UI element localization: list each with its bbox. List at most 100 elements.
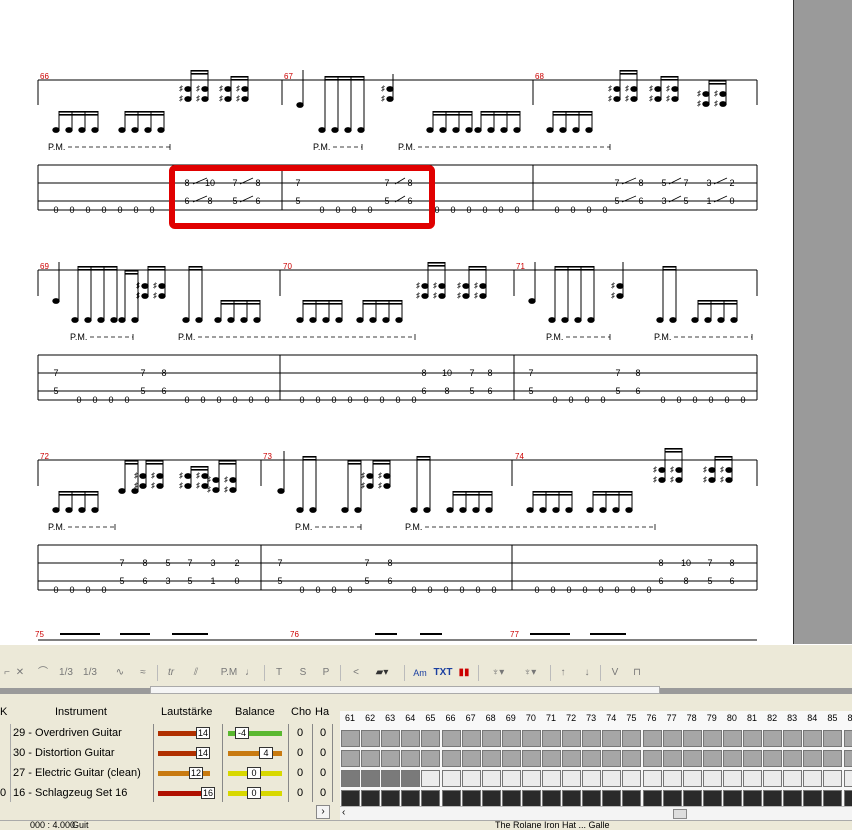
note-beam[interactable] (433, 114, 472, 116)
track-timeline[interactable]: 61 62 63 64 65 66 67 68 69 70 71 72 73 74 75 76 77 78 79 80… (340, 711, 852, 808)
timeline-bar-block[interactable] (803, 770, 823, 787)
note-head[interactable] (616, 283, 624, 289)
note-head[interactable] (144, 127, 152, 133)
timeline-bar-block[interactable] (361, 770, 381, 787)
sharp-icon[interactable]: ♯ (720, 465, 724, 474)
timeline-bar-block[interactable] (743, 770, 762, 787)
tab-fret-number[interactable]: 8 (207, 196, 212, 206)
note-beam[interactable] (125, 114, 164, 116)
note-beam[interactable] (453, 491, 492, 493)
note-beam[interactable] (373, 460, 390, 462)
note-head[interactable] (559, 127, 567, 133)
text-button[interactable]: TXT (433, 663, 453, 683)
sharp-icon[interactable]: ♯ (151, 481, 155, 490)
tab-fret-number[interactable]: 6 (184, 196, 189, 206)
tab-fret-number[interactable]: 7 (140, 368, 145, 378)
timeline-bar-block[interactable] (582, 770, 602, 787)
note-head[interactable] (201, 96, 209, 102)
tab-fret-number[interactable]: 0 (598, 585, 603, 595)
sharp-icon[interactable]: ♯ (207, 475, 211, 484)
tab-fret-number[interactable]: 2 (234, 558, 239, 568)
note-beam[interactable] (221, 303, 260, 305)
timeline-bar-block[interactable] (341, 750, 360, 767)
tab-fret-number[interactable]: 0 (614, 585, 619, 595)
track-row[interactable]: 27 - Electric Guitar (clean) 12 0 0 0 (0, 764, 340, 783)
chorus-value[interactable]: 0 (290, 727, 310, 739)
note-head[interactable] (182, 317, 190, 323)
sharp-icon[interactable]: ♯ (136, 281, 140, 290)
sharp-icon[interactable]: ♯ (219, 94, 223, 103)
timeline-bar-block[interactable] (722, 730, 742, 747)
sharp-icon[interactable]: ♯ (611, 281, 615, 290)
triplet-button[interactable]: 1/3 (56, 663, 76, 683)
tab-fret-number[interactable]: 8 (487, 368, 492, 378)
tab-fret-number[interactable]: 6 (729, 576, 734, 586)
note-head[interactable] (224, 86, 232, 92)
note-head[interactable] (459, 507, 467, 513)
timeline-bar-block[interactable] (562, 730, 582, 747)
tab-fret-number[interactable]: 7 (187, 558, 192, 568)
timeline-bar-block[interactable] (642, 790, 662, 807)
note-beam[interactable] (481, 114, 520, 116)
note-head[interactable] (277, 488, 285, 494)
note-head[interactable] (452, 127, 460, 133)
note-beam[interactable] (533, 491, 572, 493)
tie-triplet-icon[interactable]: ⌒ (34, 663, 52, 683)
sharp-icon[interactable]: ♯ (151, 471, 155, 480)
note-head[interactable] (97, 317, 105, 323)
note-head[interactable] (52, 298, 60, 304)
note-head[interactable] (599, 507, 607, 513)
timeline-bar-block[interactable] (702, 790, 722, 807)
note-head[interactable] (526, 507, 534, 513)
timeline-bar-block[interactable] (542, 790, 561, 807)
hall-value[interactable]: 0 (313, 727, 333, 739)
timeline-bar-number[interactable]: 86 (843, 713, 852, 723)
note-head[interactable] (539, 507, 547, 513)
sharp-icon[interactable]: ♯ (608, 84, 612, 93)
tab-fret-number[interactable]: 0 (85, 585, 90, 595)
volume-value[interactable]: 14 (196, 727, 210, 739)
note-head[interactable] (462, 283, 470, 289)
note-beam[interactable] (348, 463, 361, 465)
palm-mute-button[interactable]: P.M (218, 663, 240, 683)
note-beam[interactable] (125, 273, 138, 275)
note-head[interactable] (296, 102, 304, 108)
timeline-bar-number[interactable]: 76 (642, 713, 662, 723)
tab-fret-number[interactable]: 5 (661, 178, 666, 188)
track-name[interactable]: 30 - Distortion Guitar (13, 747, 114, 759)
timeline-bar-block[interactable] (361, 790, 381, 807)
sharp-icon[interactable]: ♯ (697, 99, 701, 108)
tab-fret-number[interactable]: 6 (255, 196, 260, 206)
cross-icon[interactable]: ✕ (12, 663, 28, 683)
note-beam[interactable] (665, 448, 682, 450)
note-head[interactable] (675, 467, 683, 473)
timeline-bar-block[interactable] (582, 750, 602, 767)
note-head[interactable] (91, 127, 99, 133)
note-head[interactable] (212, 477, 220, 483)
note-head[interactable] (318, 127, 326, 133)
tab-fret-number[interactable]: 6 (635, 386, 640, 396)
bar-number[interactable]: 76 (290, 630, 299, 639)
tab-fret-number[interactable]: 10 (442, 368, 452, 378)
note-head[interactable] (612, 507, 620, 513)
note-beam[interactable] (146, 460, 163, 462)
palm-mute-label[interactable]: P.M. (405, 522, 422, 532)
sharp-icon[interactable]: ♯ (714, 89, 718, 98)
stroke-up-icon[interactable]: ♆▾ (518, 663, 542, 683)
timeline-bar-number[interactable]: 85 (822, 713, 842, 723)
timeline-bar-block[interactable] (602, 790, 622, 807)
tab-fret-number[interactable]: 8 (729, 558, 734, 568)
balance-value[interactable]: 0 (247, 787, 261, 799)
note-beam[interactable] (433, 111, 472, 113)
tab-fret-number[interactable]: 5 (614, 196, 619, 206)
arrow-down-icon[interactable]: ↓ (580, 663, 594, 683)
tab-fret-number[interactable]: 6 (658, 576, 663, 586)
note-beam[interactable] (661, 79, 678, 81)
note-beam[interactable] (373, 463, 390, 465)
note-head[interactable] (630, 86, 638, 92)
timeline-bar-block[interactable] (642, 770, 662, 787)
timeline-bar-block[interactable] (521, 770, 541, 787)
timeline-bar-block[interactable] (642, 730, 662, 747)
timeline-bar-block[interactable] (381, 790, 401, 807)
tab-fret-number[interactable]: 6 (421, 386, 426, 396)
